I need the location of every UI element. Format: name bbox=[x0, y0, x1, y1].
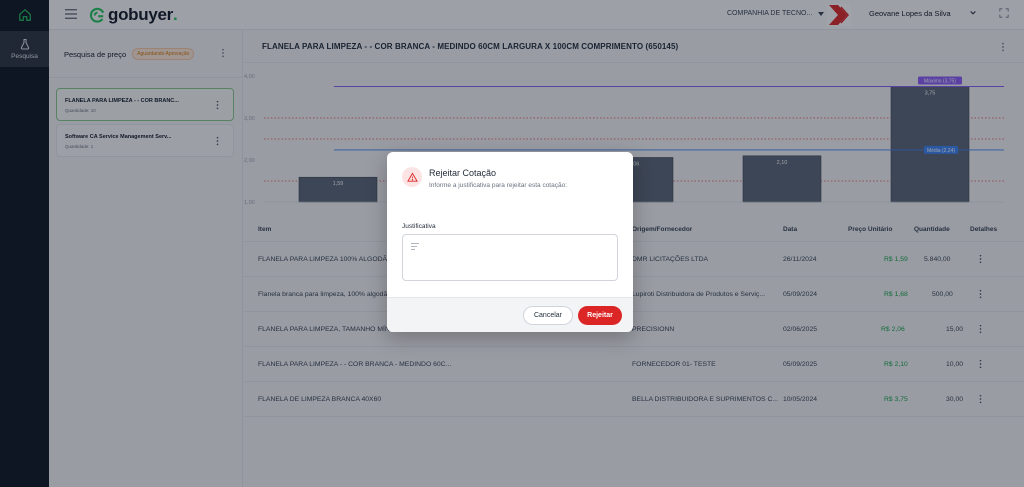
text-lines-icon bbox=[411, 243, 419, 250]
dialog-description: Informe a justificativa para rejeitar es… bbox=[429, 182, 568, 189]
dialog-title: Rejeitar Cotação bbox=[429, 168, 497, 178]
warning-icon bbox=[406, 171, 418, 182]
justification-label: Justificativa bbox=[402, 223, 436, 230]
reject-quote-dialog: Rejeitar Cotação Informe a justificativa… bbox=[387, 152, 633, 332]
dialog-footer: Cancelar Rejeitar bbox=[387, 297, 633, 332]
cancel-button[interactable]: Cancelar bbox=[523, 306, 573, 325]
justification-textarea[interactable] bbox=[402, 234, 618, 281]
reject-button[interactable]: Rejeitar bbox=[578, 306, 622, 325]
warning-icon-badge bbox=[402, 167, 422, 187]
